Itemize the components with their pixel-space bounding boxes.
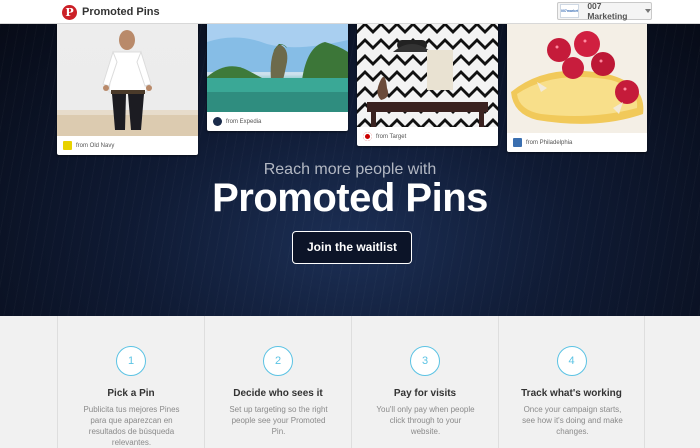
- man-in-white-shirt-image: [57, 30, 198, 136]
- step-number: 2: [263, 346, 293, 376]
- pin-image: [57, 24, 198, 136]
- step-description: Once your campaign starts, see how it's …: [522, 405, 623, 436]
- pin-source-label: from Target: [376, 133, 407, 140]
- step-number: 3: [410, 346, 440, 376]
- island-rock-image: [207, 24, 348, 112]
- step-pick-a-pin: 1 Pick a Pin Publicita tus mejores Pines…: [57, 316, 204, 448]
- step-number: 4: [556, 346, 587, 376]
- pinterest-logo-icon: P: [62, 4, 77, 20]
- brand-title: Promoted Pins: [82, 6, 160, 18]
- step-pay-for-visits: 3 Pay for visits You'll only pay when pe…: [351, 316, 498, 448]
- join-waitlist-button[interactable]: Join the waitlist: [292, 231, 412, 264]
- step-decide-who-sees-it: 2 Decide who sees it Set up targeting so…: [204, 316, 351, 448]
- step-description: Set up targeting so the right people see…: [229, 405, 328, 436]
- pin-source-label: from Expedia: [226, 118, 262, 125]
- pin-source[interactable]: from Expedia: [207, 112, 348, 131]
- pin-card[interactable]: from Old Navy: [57, 24, 198, 155]
- step-description: Publicita tus mejores Pines para que apa…: [83, 405, 180, 447]
- old-navy-logo-icon: [63, 141, 72, 150]
- chevron-wall-lamp-image: [357, 24, 498, 127]
- top-bar: P Promoted Pins 007marketing 007 Marketi…: [0, 0, 700, 24]
- pin-image: [507, 24, 647, 133]
- pin-source[interactable]: from Target: [357, 127, 498, 146]
- berry-pastry-image: [507, 24, 647, 133]
- step-number: 1: [116, 346, 146, 376]
- chevron-down-icon: [645, 9, 651, 13]
- pin-source[interactable]: from Old Navy: [57, 136, 198, 155]
- pin-source-label: from Philadelphia: [526, 139, 573, 146]
- account-switcher[interactable]: 007marketing 007 Marketing: [557, 1, 652, 21]
- account-avatar: 007marketing: [560, 4, 580, 18]
- account-name: 007 Marketing: [587, 1, 628, 21]
- target-logo-icon: [363, 132, 372, 141]
- pin-card[interactable]: from Philadelphia: [507, 24, 647, 152]
- step-title: Pick a Pin: [107, 388, 155, 399]
- pin-image: [207, 24, 348, 112]
- pin-card[interactable]: from Target: [357, 24, 498, 146]
- pin-card[interactable]: from Expedia: [207, 24, 348, 131]
- steps-section: 1 Pick a Pin Publicita tus mejores Pines…: [0, 316, 700, 448]
- brand-link[interactable]: P Promoted Pins: [62, 3, 160, 21]
- pin-image: [357, 24, 498, 127]
- step-title: Decide who sees it: [233, 388, 323, 399]
- step-title: Track what's working: [521, 388, 622, 399]
- expedia-logo-icon: [213, 117, 222, 126]
- hero-title: Promoted Pins: [212, 176, 488, 220]
- step-description: You'll only pay when people click throug…: [376, 405, 475, 436]
- step-track-whats-working: 4 Track what's working Once your campaig…: [498, 316, 645, 448]
- pin-source-label: from Old Navy: [76, 142, 115, 149]
- pin-source[interactable]: from Philadelphia: [507, 133, 647, 152]
- hero-section: from Old Navy from Expedia from Target f…: [0, 24, 700, 316]
- step-title: Pay for visits: [393, 388, 457, 399]
- philadelphia-logo-icon: [513, 138, 522, 147]
